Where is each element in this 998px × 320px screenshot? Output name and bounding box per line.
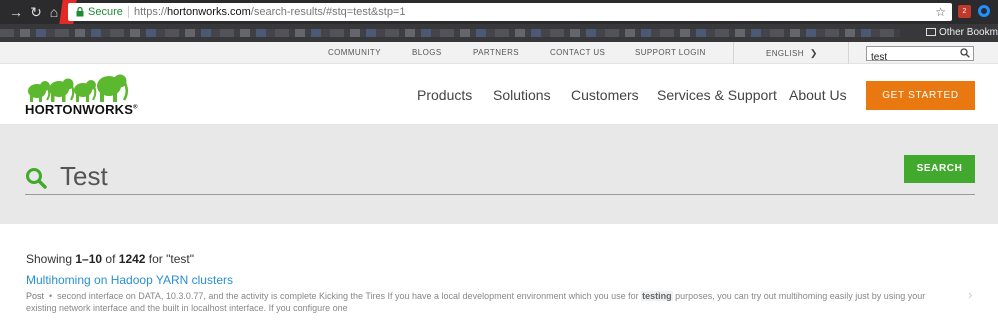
util-link-community[interactable]: COMMUNITY <box>328 42 381 64</box>
url-domain: hortonworks.com <box>167 6 251 18</box>
search-query-input[interactable] <box>60 158 896 194</box>
main-header: HORTONWORKS® Products Solutions Customer… <box>0 64 998 125</box>
divider <box>733 42 734 64</box>
language-label: ENGLISH <box>766 49 804 58</box>
blurred-bookmarks <box>0 29 900 37</box>
hortonworks-logo[interactable]: HORTONWORKS® <box>25 72 140 117</box>
showing-prefix: Showing <box>26 252 76 266</box>
result-snippet: Post • second interface on DATA, 10.3.0.… <box>26 291 926 313</box>
address-bar[interactable]: Secure https://hortonworks.com/search-re… <box>68 3 952 21</box>
util-link-blogs[interactable]: BLOGS <box>412 42 442 64</box>
search-icon[interactable] <box>960 48 970 58</box>
util-link-support-login[interactable]: SUPPORT LOGIN <box>635 42 706 64</box>
search-button[interactable]: SEARCH <box>904 155 975 183</box>
secure-label: Secure <box>88 6 123 18</box>
results-total: 1242 <box>118 252 146 266</box>
results-range: 1–10 <box>75 252 103 266</box>
get-started-button[interactable]: GET STARTED <box>866 81 975 110</box>
results-count: Showing 1–10 of 1242 for "test" <box>26 252 194 266</box>
of-word: of <box>102 252 119 266</box>
search-icon <box>26 168 47 189</box>
language-select[interactable]: ENGLISH ❯ <box>766 42 818 65</box>
result-type: Post <box>26 291 45 301</box>
nav-products[interactable]: Products <box>417 87 472 103</box>
chevron-right-icon[interactable]: › <box>968 287 972 302</box>
snippet-highlight: testing <box>641 291 673 301</box>
lock-icon <box>76 7 84 17</box>
nav-services-support[interactable]: Services & Support <box>657 87 777 103</box>
other-bookmarks[interactable]: Other Bookma <box>926 24 998 42</box>
nav-solutions[interactable]: Solutions <box>493 87 551 103</box>
search-panel: SEARCH <box>0 125 998 224</box>
extension-badge-count: 2 <box>962 8 967 15</box>
utility-nav: COMMUNITY BLOGS PARTNERS CONTACT US SUPP… <box>0 42 998 64</box>
util-link-contact[interactable]: CONTACT US <box>550 42 605 64</box>
folder-icon <box>926 28 936 36</box>
url-text[interactable]: https://hortonworks.com/search-results/#… <box>134 3 405 21</box>
browser-toolbar: → ↻ ⌂ Secure https://hortonworks.com/sea… <box>0 0 998 24</box>
site-search-input[interactable] <box>867 51 955 64</box>
nav-about-us[interactable]: About Us <box>789 87 847 103</box>
registered-mark: ® <box>133 104 138 111</box>
url-scheme: https:// <box>134 6 168 18</box>
nav-customers[interactable]: Customers <box>571 87 639 103</box>
util-link-partners[interactable]: PARTNERS <box>473 42 519 64</box>
elephant-logo-icon <box>28 74 128 102</box>
result-title-link[interactable]: Multihoming on Hadoop YARN clusters <box>26 273 233 287</box>
snippet-before: second interface on DATA, 10.3.0.77, and… <box>57 291 642 301</box>
bookmarks-bar: Other Bookma <box>0 24 998 42</box>
extension-badge-icon[interactable]: 2 <box>958 5 971 18</box>
chevron-down-icon: ❯ <box>809 48 818 58</box>
search-underline <box>25 194 975 195</box>
site-search[interactable] <box>866 46 974 64</box>
logo-wordmark: HORTONWORKS <box>25 102 134 117</box>
url-path: /search-results/#stq=test&stp=1 <box>250 6 406 18</box>
extension-circle-icon[interactable] <box>978 5 990 17</box>
bookmark-star-icon[interactable]: ☆ <box>935 3 946 21</box>
forward-icon[interactable]: → <box>8 4 24 20</box>
results-query: for "test" <box>145 252 195 266</box>
other-bookmarks-label: Other Bookma <box>939 27 998 38</box>
divider <box>848 42 849 64</box>
reload-icon[interactable]: ↻ <box>28 4 44 20</box>
logo-text: HORTONWORKS® <box>25 102 138 117</box>
url-divider <box>128 6 129 18</box>
